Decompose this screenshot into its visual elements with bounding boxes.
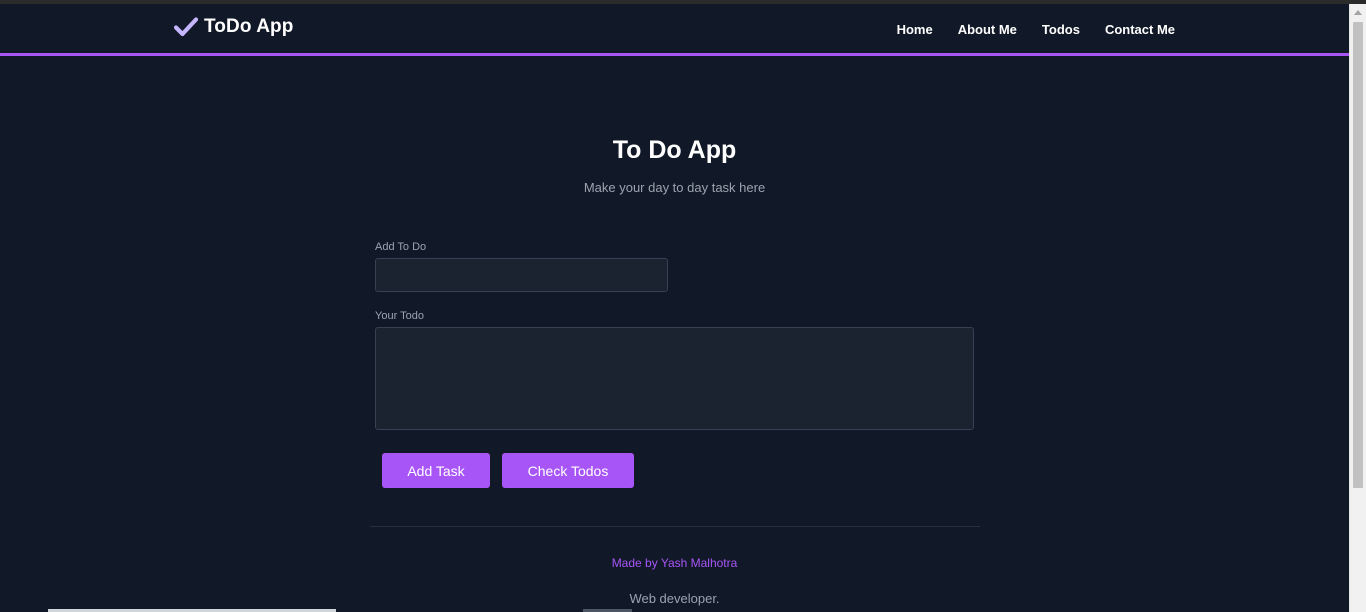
footer-role: Web developer.: [629, 591, 720, 606]
footer-author: Made by Yash Malhotra: [611, 556, 738, 570]
scrollbar-thumb[interactable]: [1353, 22, 1363, 488]
brand-title: ToDo App: [204, 16, 294, 37]
your-todo-label: Your Todo: [375, 310, 424, 322]
nav-about-link[interactable]: About Me: [958, 22, 1017, 37]
nav-contact-link[interactable]: Contact Me: [1105, 22, 1175, 37]
page-title: To Do App: [612, 136, 737, 164]
footer-divider: [370, 526, 980, 527]
page-subtitle: Make your day to day task here: [583, 180, 766, 195]
nav-links: Home About Me Todos Contact Me: [872, 22, 1175, 37]
add-task-button[interactable]: Add Task: [382, 453, 490, 488]
check-icon: [174, 15, 198, 39]
check-todos-button[interactable]: Check Todos: [502, 453, 634, 488]
vertical-scrollbar[interactable]: [1349, 4, 1366, 612]
scroll-up-arrow-icon[interactable]: [1354, 10, 1362, 15]
nav-home-link[interactable]: Home: [897, 22, 933, 37]
add-todo-label: Add To Do: [375, 241, 427, 253]
navbar: ToDo App Home About Me Todos Contact Me: [0, 4, 1349, 56]
nav-todos-link[interactable]: Todos: [1042, 22, 1080, 37]
add-todo-input[interactable]: [375, 258, 668, 292]
browser-viewport: ToDo App Home About Me Todos Contact Me …: [0, 0, 1366, 612]
your-todo-textarea[interactable]: [375, 327, 974, 430]
brand-link[interactable]: ToDo App: [174, 15, 293, 39]
